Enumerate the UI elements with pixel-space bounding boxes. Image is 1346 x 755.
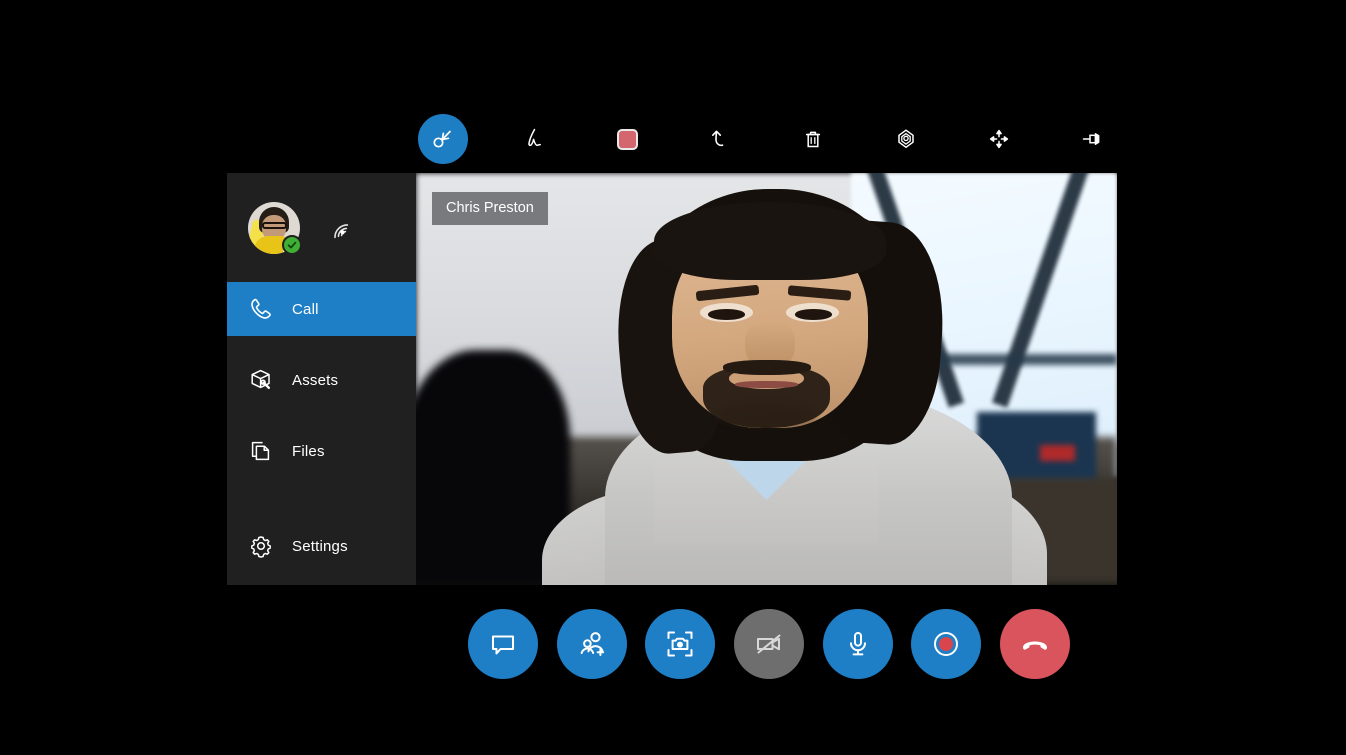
- sidebar-item-label: Files: [292, 442, 325, 460]
- move-tool-button[interactable]: [973, 114, 1025, 164]
- cursor-select-icon: [433, 130, 451, 148]
- sidebar-item-label: Settings: [292, 537, 348, 555]
- mic-toggle-button[interactable]: [822, 609, 893, 679]
- color-swatch-icon: [617, 128, 639, 150]
- video-toggle-button[interactable]: [733, 609, 804, 679]
- chat-button[interactable]: [468, 609, 538, 679]
- record-button[interactable]: [911, 609, 982, 679]
- microphone-icon: [849, 632, 866, 656]
- undo-icon: [711, 130, 723, 147]
- record-icon: [934, 632, 959, 656]
- sidebar-item-settings[interactable]: Settings: [227, 519, 416, 573]
- location-marker-icon: [898, 129, 915, 149]
- undo-tool-button[interactable]: [695, 114, 747, 164]
- avatar[interactable]: [248, 201, 302, 255]
- color-swatch-button[interactable]: [602, 114, 654, 164]
- camera-icon: [667, 631, 693, 657]
- app-root: Call Assets Files Settings Chris Preston: [0, 0, 1346, 755]
- move-arrows-icon: [990, 129, 1009, 149]
- hang-up-icon: [1022, 641, 1047, 650]
- chat-bubble-icon: [492, 635, 514, 655]
- box-icon: [248, 367, 274, 393]
- participant-name-label: Chris Preston: [432, 192, 548, 225]
- wifi-signal-icon: [325, 215, 351, 241]
- add-person-icon: [580, 632, 604, 656]
- video-off-icon: [756, 634, 781, 654]
- video-stage[interactable]: Chris Preston: [416, 173, 1117, 585]
- trash-icon: [806, 131, 821, 148]
- profile-row[interactable]: [227, 173, 416, 282]
- marker-tool-button[interactable]: [880, 114, 932, 164]
- add-person-button[interactable]: [556, 609, 627, 679]
- presence-badge-available: [282, 234, 302, 255]
- check-icon: [287, 241, 297, 249]
- sidebar-item-assets[interactable]: Assets: [227, 353, 416, 407]
- gear-icon: [248, 533, 274, 559]
- sidebar-item-label: Call: [292, 300, 319, 318]
- sidebar-item-call[interactable]: Call: [227, 282, 416, 336]
- select-tool-button[interactable]: [418, 114, 468, 164]
- remote-video-feed: [416, 173, 1117, 585]
- snapshot-button[interactable]: [645, 609, 716, 679]
- sidebar: Call Assets Files Settings: [227, 173, 416, 585]
- sidebar-item-files[interactable]: Files: [227, 424, 416, 478]
- annotation-toolbar: [418, 114, 1118, 164]
- call-controls-bar: [468, 608, 1070, 680]
- pushpin-icon: [1082, 133, 1100, 145]
- sidebar-item-label: Assets: [292, 371, 339, 389]
- phone-icon: [248, 296, 274, 322]
- end-call-button[interactable]: [999, 609, 1070, 679]
- pin-tool-button[interactable]: [1066, 114, 1118, 164]
- delete-tool-button[interactable]: [787, 114, 839, 164]
- draw-tool-button[interactable]: [509, 114, 561, 164]
- files-icon: [248, 438, 274, 464]
- pen-icon: [528, 128, 541, 147]
